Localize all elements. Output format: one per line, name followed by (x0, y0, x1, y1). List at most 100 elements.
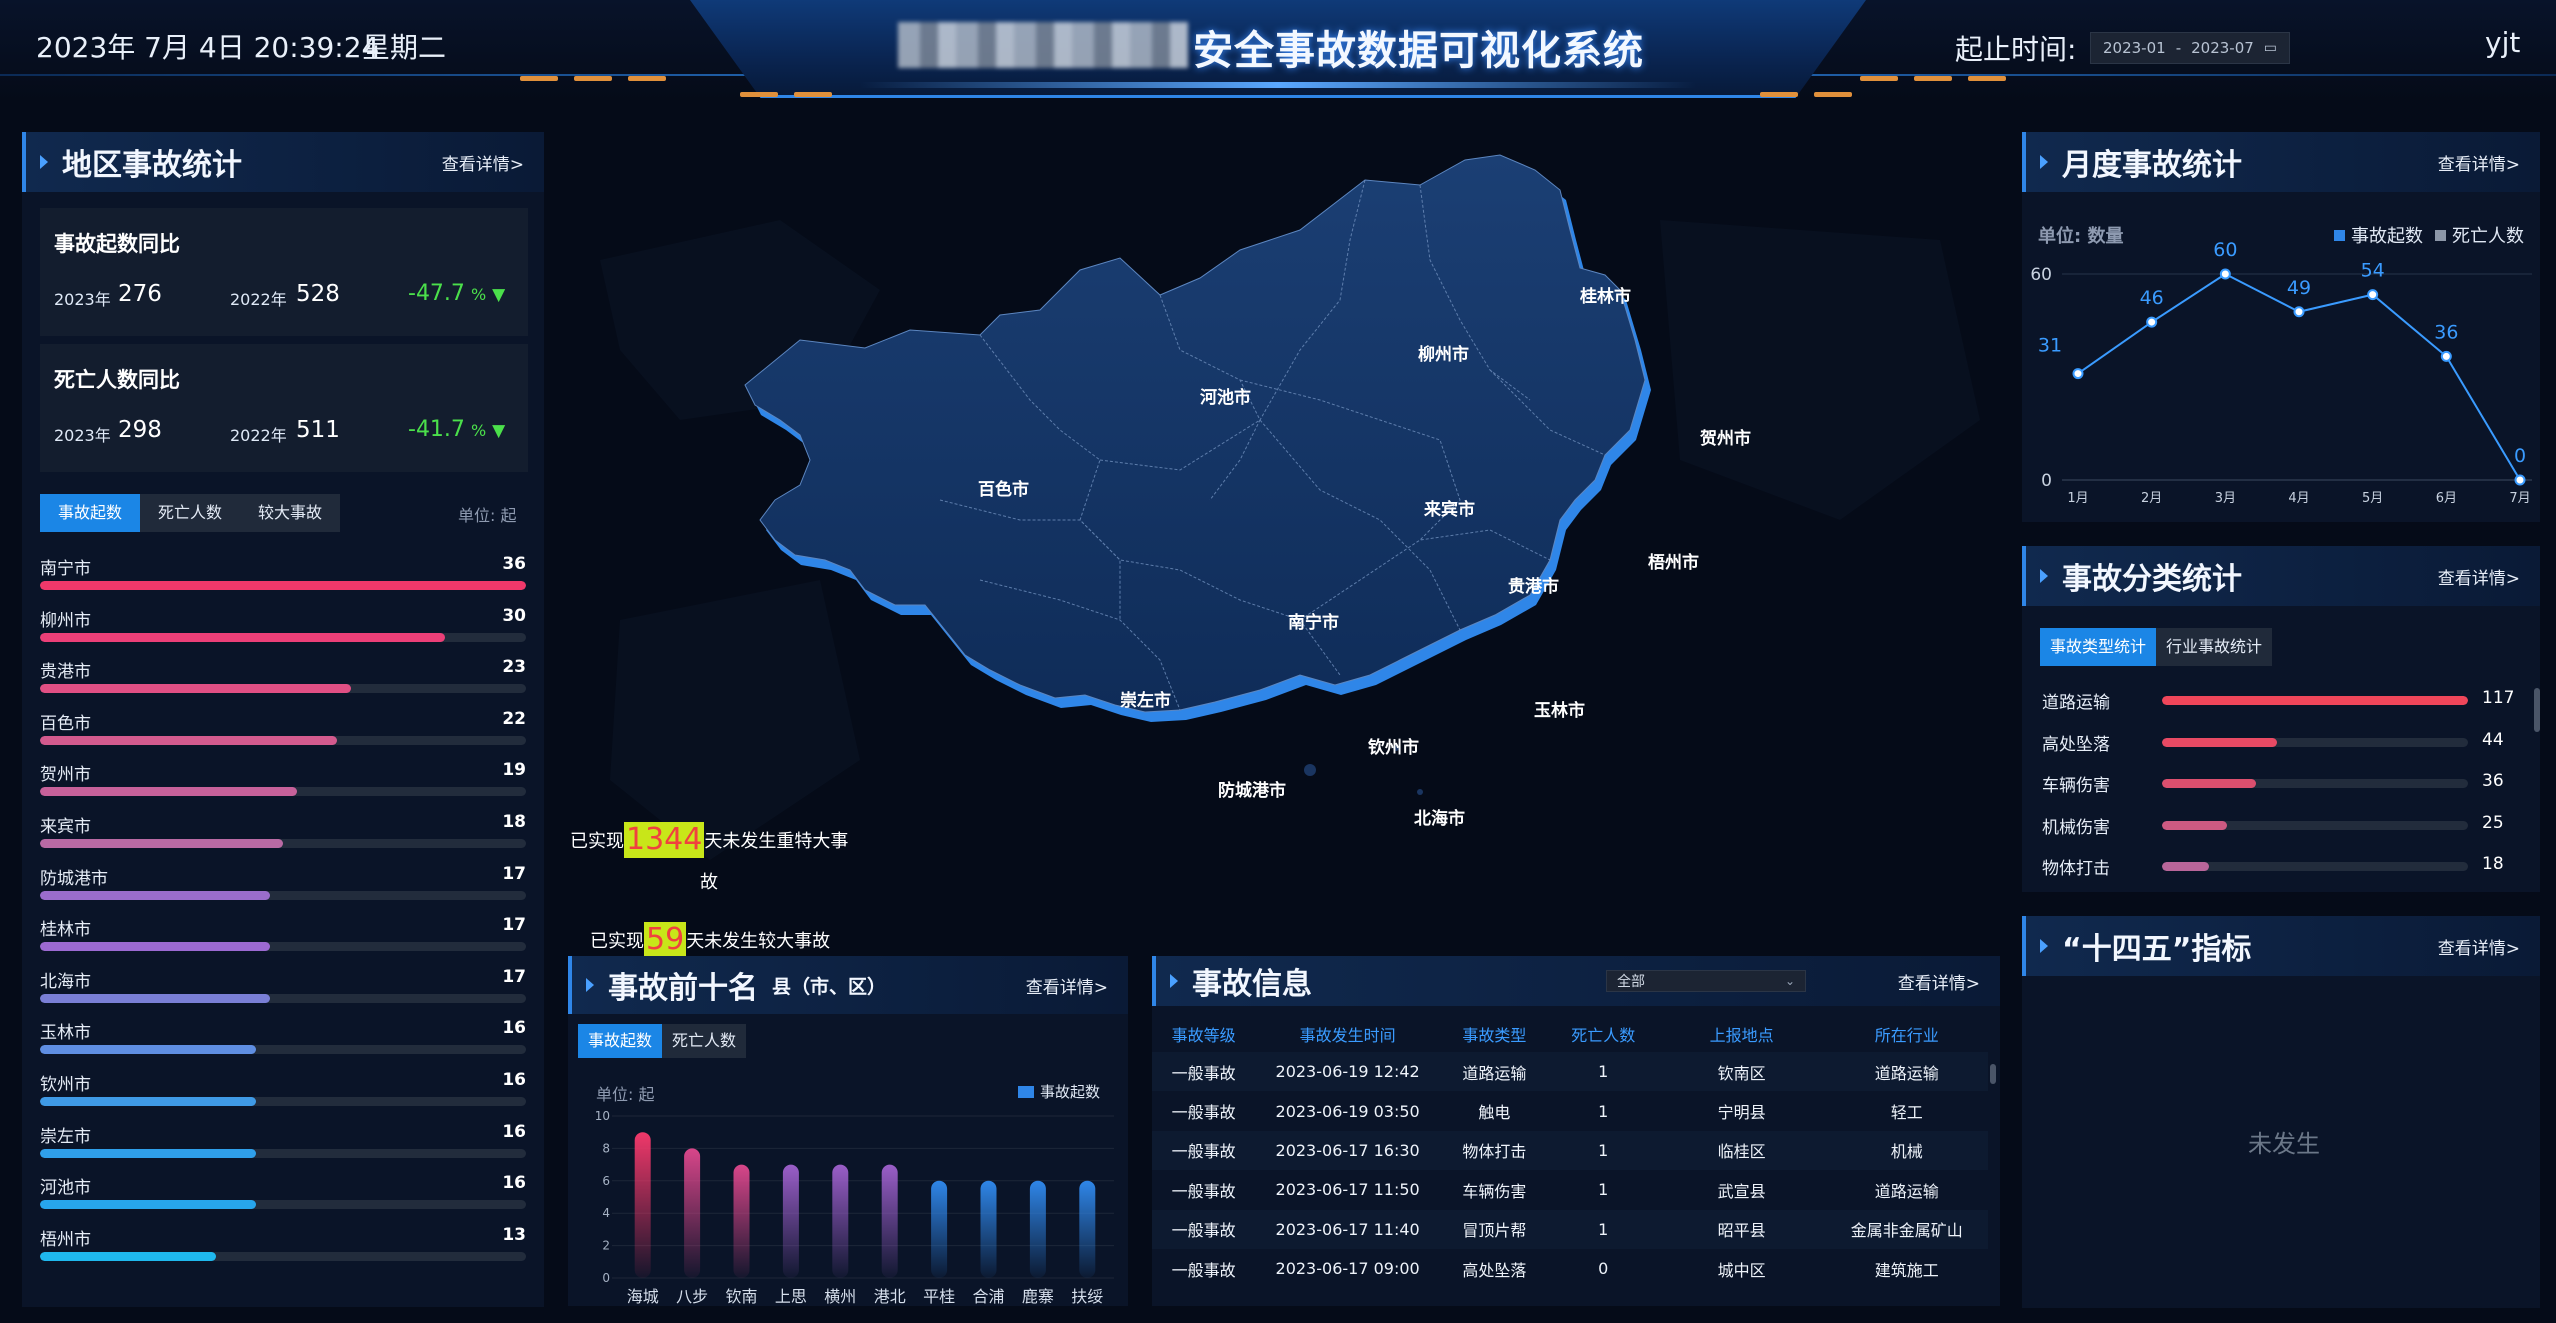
line-chart-data-label: 60 (2213, 239, 2237, 261)
city-label-guigang[interactable]: 贵港市 (1508, 572, 1559, 597)
tab-industry[interactable]: 行业事故统计 (2156, 628, 2273, 666)
region-more-link[interactable]: 查看详情> (442, 150, 524, 175)
category-bar-label: 机械伤害 (2042, 817, 2110, 838)
region-bar-row[interactable]: 钦州市 16 (40, 1070, 526, 1106)
city-label-guilin[interactable]: 桂林市 (1580, 282, 1631, 307)
category-bar-row[interactable]: 机械伤害 25 (2042, 813, 2522, 843)
region-bar-value: 17 (502, 915, 526, 936)
tab-death-count[interactable]: 死亡人数 (140, 494, 241, 532)
region-bar-value: 19 (502, 760, 526, 781)
accident-y2-label: 2022年 (230, 290, 287, 309)
table-cell: 城中区 (1717, 1260, 1766, 1280)
region-bar-value: 16 (502, 1121, 526, 1142)
city-label-fangchenggang[interactable]: 防城港市 (1218, 776, 1286, 801)
region-bar-track (40, 581, 526, 590)
table-cell: 冒顶片帮 (1462, 1221, 1527, 1241)
date-range-picker[interactable]: 2023-01 - 2023-07 ▭ (2090, 32, 2290, 64)
notice1-prefix: 已实现 (570, 831, 624, 852)
city-label-hechi[interactable]: 河池市 (1200, 383, 1251, 408)
line-chart-data-label: 0 (2514, 445, 2526, 467)
region-bar-row[interactable]: 防城港市 17 (40, 864, 526, 900)
tab-accident-count[interactable]: 事故起数 (40, 494, 141, 532)
tab-top10-accidents[interactable]: 事故起数 (578, 1024, 663, 1058)
region-bar-row[interactable]: 梧州市 13 (40, 1225, 526, 1261)
bar-chart-x-tick: 合浦 (972, 1287, 1004, 1306)
header-deco (1968, 76, 2006, 81)
top10-tabs: 事故起数 死亡人数 (578, 1024, 747, 1058)
region-bar-row[interactable]: 北海市 17 (40, 967, 526, 1003)
range-end: 2023-07 (2191, 39, 2254, 57)
accident-filter-select[interactable]: 全部 ⌄ (1606, 970, 1806, 992)
region-bar-track (40, 890, 526, 900)
table-cell: 1 (1598, 1140, 1609, 1160)
region-bar-label: 贵港市 (40, 662, 91, 683)
table-row[interactable]: 一般事故 2023-06-17 11:40 冒顶片帮 1 昭平县 金属非金属矿山 (1152, 1209, 1988, 1249)
tab-accident-type[interactable]: 事故类型统计 (2040, 628, 2157, 666)
line-chart-data-label: 54 (2361, 260, 2385, 282)
category-bar-fill (2162, 696, 2468, 705)
region-bar-row[interactable]: 贵港市 23 (40, 657, 526, 694)
region-bar-row[interactable]: 桂林市 17 (40, 915, 526, 952)
region-bar-row[interactable]: 贺州市 19 (40, 760, 526, 797)
city-label-nanning[interactable]: 南宁市 (1288, 608, 1339, 633)
monthly-line-chart: 0 60 1月 2月 3月 4月 5月 6月 7月 31 46 60 49 54 36 0 (2030, 239, 2532, 506)
caret-right-icon (2040, 155, 2048, 169)
category-bar-row[interactable]: 物体打击 18 (2042, 854, 2522, 884)
user-name[interactable]: yjt (2485, 26, 2520, 59)
table-row[interactable]: 一般事故 2023-06-17 16:30 物体打击 1 临桂区 机械 (1152, 1130, 1988, 1171)
category-bar-row[interactable]: 高处坠落 44 (2042, 730, 2522, 760)
city-label-hezhou[interactable]: 贺州市 (1700, 424, 1751, 449)
city-label-qinzhou[interactable]: 钦州市 (1368, 733, 1419, 758)
table-cell: 车辆伤害 (1462, 1181, 1527, 1201)
region-bar-row[interactable]: 柳州市 30 (40, 606, 526, 642)
accident-table-scrollbar[interactable] (1990, 1064, 1996, 1084)
table-cell: 2023-06-17 11:50 (1275, 1180, 1420, 1200)
table-row[interactable]: 一般事故 2023-06-17 09:00 高处坠落 0 城中区 建筑施工 (1152, 1248, 1988, 1289)
region-bar-track (40, 684, 526, 694)
accident-info-more-link[interactable]: 查看详情> (1898, 969, 1980, 994)
region-bar-row[interactable]: 河池市 16 (40, 1173, 526, 1210)
table-cell: 一般事故 (1171, 1260, 1236, 1280)
city-label-laibin[interactable]: 来宾市 (1424, 495, 1475, 520)
range-separator: - (2175, 39, 2182, 57)
plan-more-link[interactable]: 查看详情> (2438, 934, 2520, 959)
region-bar-value: 22 (502, 708, 526, 729)
accident-info-header: 事故信息 查看详情> (1152, 956, 2000, 1006)
table-cell: 昭平县 (1717, 1221, 1766, 1241)
category-bar-track (2162, 737, 2468, 747)
blurred-org-name (898, 22, 1188, 68)
accident-change: -47.7 % ▼ (408, 281, 505, 306)
region-bar-row[interactable]: 玉林市 16 (40, 1018, 526, 1055)
region-bar-row[interactable]: 南宁市 36 (40, 554, 526, 590)
category-scrollbar[interactable] (2534, 688, 2540, 732)
top10-more-link[interactable]: 查看详情> (1026, 973, 1108, 998)
city-label-chongzuo[interactable]: 崇左市 (1120, 686, 1171, 711)
category-more-link[interactable]: 查看详情> (2438, 564, 2520, 589)
region-bar-row[interactable]: 百色市 22 (40, 708, 526, 745)
city-label-beihai[interactable]: 北海市 (1414, 804, 1465, 829)
region-bar-label: 玉林市 (40, 1023, 91, 1044)
table-row[interactable]: 一般事故 2023-06-19 12:42 道路运输 1 钦南区 道路运输 (1152, 1052, 1988, 1092)
current-weekday: 星期二 (362, 31, 447, 64)
table-cell: 触电 (1478, 1103, 1511, 1123)
region-bar-row[interactable]: 来宾市 18 (40, 812, 526, 848)
calendar-icon[interactable]: ▭ (2264, 40, 2277, 56)
city-label-liuzhou[interactable]: 柳州市 (1418, 340, 1469, 365)
category-bar-label: 高处坠落 (2042, 734, 2110, 755)
monthly-more-link[interactable]: 查看详情> (2438, 150, 2520, 175)
line-chart-data-label: 46 (2140, 287, 2164, 309)
category-bar-row[interactable]: 车辆伤害 36 (2042, 771, 2522, 801)
city-label-wuzhou[interactable]: 梧州市 (1648, 548, 1699, 573)
tab-major-accident[interactable]: 较大事故 (240, 494, 341, 532)
city-label-baise[interactable]: 百色市 (978, 475, 1029, 500)
table-row[interactable]: 一般事故 2023-06-17 11:50 车辆伤害 1 武宣县 道路运输 (1152, 1170, 1988, 1210)
table-row[interactable]: 一般事故 2023-06-19 03:50 触电 1 宁明县 轻工 (1152, 1091, 1988, 1131)
region-bar-row[interactable]: 崇左市 16 (40, 1121, 526, 1158)
region-bar-label: 防城港市 (40, 868, 108, 889)
region-bar-label: 河池市 (40, 1178, 91, 1199)
region-bar-fill (40, 1200, 256, 1210)
tab-top10-deaths[interactable]: 死亡人数 (662, 1024, 747, 1058)
city-label-yulin[interactable]: 玉林市 (1534, 696, 1585, 721)
category-bar-fill (2162, 862, 2210, 871)
category-bar-row[interactable]: 道路运输 117 (2042, 688, 2522, 718)
